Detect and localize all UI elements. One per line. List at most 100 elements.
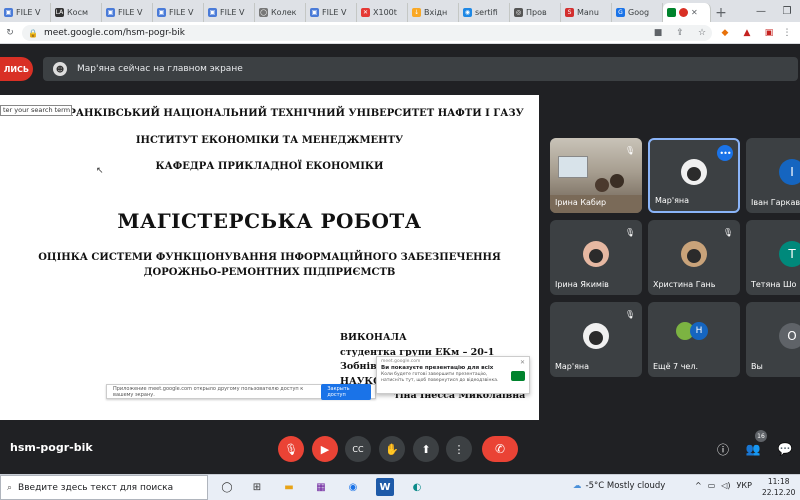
browser-tab[interactable]: ◯ Колек [255,3,306,22]
participant-tile[interactable]: Ірина Кабир 🎙 [550,138,642,213]
slide-subtitle-2: ДОРОЖНЬО-РЕМОНТНИХ ПІДПРИЄМСТВ [143,267,396,278]
participant-name: Ірина Якимів [555,280,609,289]
pdf-extension-icon[interactable]: ▲ [740,26,754,40]
browser-tab[interactable]: ▣ FILE V [153,3,204,22]
avatar-photo-shape [687,248,701,263]
meet-logo-icon[interactable] [511,371,525,381]
tab-label: Пров [526,8,547,17]
participant-tile[interactable]: І Іван Гаркав [746,138,800,213]
captions-icon[interactable]: CC [345,436,371,462]
camera-icon[interactable]: ■ [651,26,665,40]
popup-title: Ви показуєте презентацію для всіх [381,365,494,371]
muted-mic-icon: 🎙 [624,309,636,319]
store-icon[interactable]: ▦ [312,478,330,496]
tile-options-icon[interactable]: ••• [717,145,733,161]
task-view-icon[interactable]: ◯ [218,478,236,496]
tab-favicon-icon: ▣ [208,8,217,17]
new-tab-button[interactable]: + [711,3,731,22]
camera-off-icon[interactable]: ▶ [312,436,338,462]
weather-text: -5°C Mostly cloudy [585,481,666,491]
network-icon[interactable]: ▭ [708,481,716,490]
browser-tab[interactable]: ◎ Пров [510,3,561,22]
slide-department: КАФЕДРА ПРИКЛАДНОЇ ЕКОНОМІКИ [155,161,384,172]
tab-label: FILE V [118,8,143,17]
participant-name: Вы [751,362,763,371]
word-icon[interactable]: W [376,478,394,496]
muted-mic-icon: 🎙 [624,145,636,155]
participant-tile[interactable]: Н Ещё 7 чел. [648,302,740,377]
browser-tab[interactable]: ✕ X100t [357,3,408,22]
video-person-shape [610,174,624,188]
tab-favicon-icon: G [616,8,625,17]
browser-tab[interactable]: ↓ Вхідн [408,3,459,22]
browser-tab[interactable]: G Goog [612,3,663,22]
participant-tile[interactable]: Ірина Якимів 🎙 [550,220,642,295]
taskbar-search-text: Введите здесь текст для поиска [18,482,174,493]
tab-label: FILE V [16,8,41,17]
end-call-button[interactable]: ✆ [482,436,518,462]
participant-tile[interactable]: ОВы🎙 [746,302,800,377]
close-tab-icon[interactable]: ✕ [691,8,698,17]
star-icon[interactable]: ☆ [695,26,709,40]
muted-mic-icon: 🎙 [722,227,734,237]
tab-favicon-icon: ▣ [310,8,319,17]
browser-tab[interactable]: ◉ sertifi [459,3,510,22]
people-icon[interactable]: 👥 [743,439,763,459]
url-field[interactable]: 🔒 meet.google.com/hsm-pogr-bik [22,25,712,41]
tab-favicon-icon: ↓ [412,8,421,17]
tab-label: FILE V [169,8,194,17]
cloud-icon: ☁ [573,481,582,491]
browser-tab[interactable]: ▣ FILE V [204,3,255,22]
widgets-icon[interactable]: ⊞ [248,478,266,496]
tab-favicon-icon: ▣ [4,8,13,17]
maximize-icon[interactable]: ❐ [774,0,800,22]
close-icon[interactable]: ✕ [520,359,525,366]
tab-favicon-icon: ◯ [259,8,268,17]
tab-label: Вхідн [424,8,448,17]
participant-tile[interactable]: Христина Гань 🎙 [648,220,740,295]
weather-widget[interactable]: ☁ -5°C Mostly cloudy [573,481,665,491]
browser-tab[interactable]: ▣ FILE V [0,3,51,22]
tab-favicon-icon: ▣ [157,8,166,17]
tab-favicon-icon: ▣ [106,8,115,17]
browser-tab[interactable]: ▣ FILE V [306,3,357,22]
more-options-icon[interactable]: ⋮ [446,436,472,462]
reload-icon[interactable]: ↻ [3,26,17,40]
avatar [681,240,707,267]
file-explorer-icon[interactable]: ▬ [280,478,298,496]
slide-exec-label: ВИКОНАЛА [340,332,407,343]
menu-icon[interactable]: ⋮ [780,26,794,40]
browser-tab[interactable]: S Manu [561,3,612,22]
browser-tab[interactable]: LA Косм [51,3,102,22]
chrome-icon[interactable]: ◉ [344,478,362,496]
extension-icon-2[interactable]: ▣ [762,26,776,40]
clock[interactable]: 11:18 22.12.20 [762,476,795,498]
avatar-photo-shape [589,330,603,345]
active-meet-tab[interactable]: ✕ [663,3,711,22]
edge-icon[interactable]: ◐ [408,478,426,496]
search-term-input[interactable]: ter your search term [0,105,72,116]
language-indicator[interactable]: УКР [737,481,752,490]
avatar: Т [779,240,800,267]
participant-name: Ещё 7 чел. [653,362,698,371]
stop-sharing-button[interactable]: Закрыть доступ [321,383,371,400]
chevron-up-icon[interactable]: ^ [695,481,702,490]
share-icon[interactable]: ⇪ [673,26,687,40]
volume-icon[interactable]: ◁) [721,481,730,490]
extension-icon[interactable]: ◆ [718,26,732,40]
recording-indicator[interactable]: ЛИСЬ [0,57,33,81]
present-screen-icon[interactable]: ⬆ [413,436,439,462]
participant-tile[interactable]: ТТетяна Шо🎙 [746,220,800,295]
minimize-icon[interactable]: — [748,0,774,22]
mic-off-icon[interactable]: 🎙 [278,436,304,462]
participant-name: Христина Гань [653,280,716,289]
raise-hand-icon[interactable]: ✋ [379,436,405,462]
info-icon[interactable]: ⓘ [713,439,733,459]
browser-tab[interactable]: ▣ FILE V [102,3,153,22]
avatar-photo-shape [687,166,701,181]
tab-label: FILE V [220,8,245,17]
participant-tile[interactable]: Мар'яна 🎙 [550,302,642,377]
taskbar-search-field[interactable]: ⌕ Введите здесь текст для поиска [0,475,208,500]
participant-tile[interactable]: Мар'яна ••• [648,138,740,213]
chat-icon[interactable]: 💬 [775,439,795,459]
